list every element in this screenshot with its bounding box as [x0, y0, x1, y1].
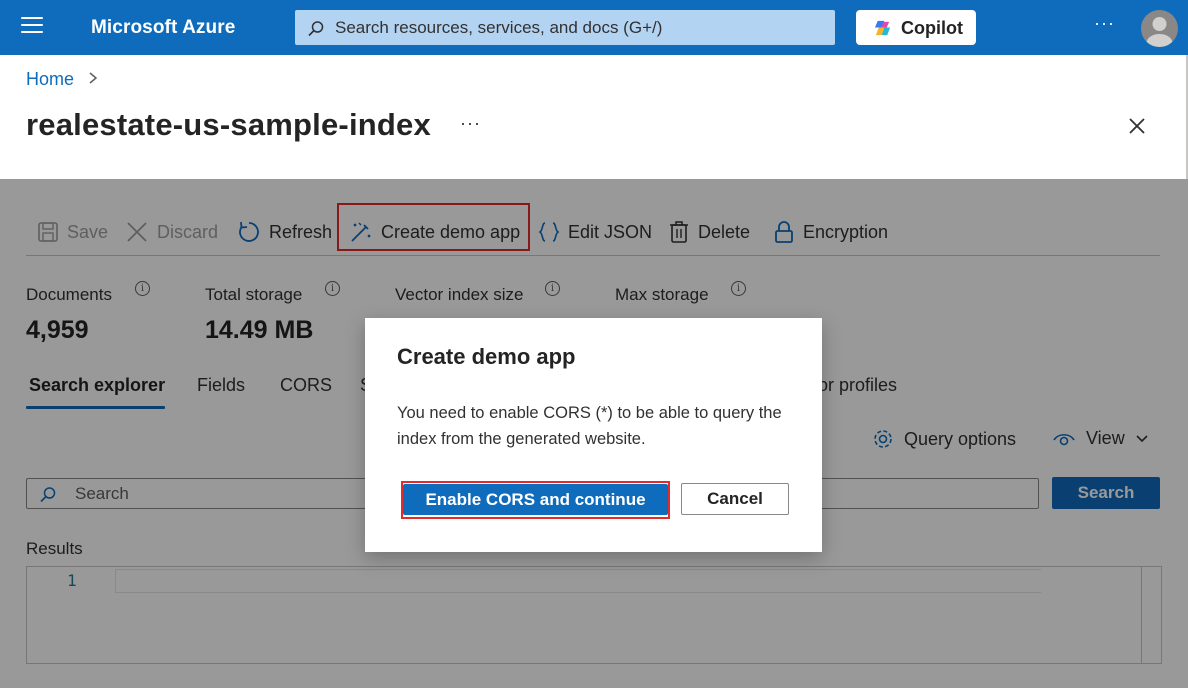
page-title: realestate-us-sample-index — [26, 107, 431, 142]
chevron-right-icon — [88, 71, 98, 90]
dialog-message: You need to enable CORS (*) to be able t… — [397, 404, 782, 448]
brand-title[interactable]: Microsoft Azure — [91, 17, 235, 39]
cancel-button[interactable]: Cancel — [681, 483, 789, 515]
search-icon — [308, 21, 324, 37]
breadcrumb-home[interactable]: Home — [26, 69, 74, 90]
title-more-icon[interactable]: ··· — [460, 113, 481, 134]
global-search-input[interactable]: Search resources, services, and docs (G+… — [295, 10, 835, 45]
hamburger-icon[interactable] — [21, 17, 43, 37]
global-search-placeholder: Search resources, services, and docs (G+… — [335, 18, 663, 37]
dialog-title: Create demo app — [397, 344, 576, 369]
copilot-icon — [874, 20, 891, 36]
copilot-label: Copilot — [901, 18, 963, 38]
close-icon[interactable] — [1126, 115, 1148, 137]
enable-cors-button[interactable]: Enable CORS and continue — [403, 484, 668, 515]
create-demo-app-dialog: Create demo app You need to enable CORS … — [365, 318, 822, 552]
top-bar: Microsoft Azure Search resources, servic… — [0, 0, 1188, 55]
avatar-icon[interactable] — [1141, 10, 1178, 47]
more-options-icon[interactable]: ··· — [1094, 13, 1115, 34]
copilot-button[interactable]: Copilot — [856, 10, 976, 45]
